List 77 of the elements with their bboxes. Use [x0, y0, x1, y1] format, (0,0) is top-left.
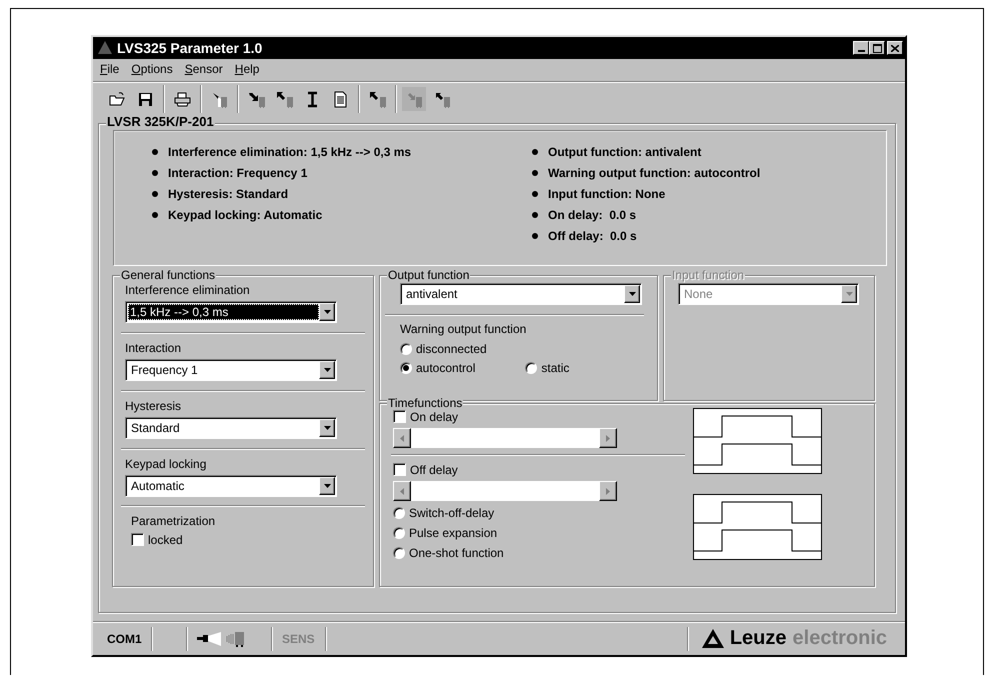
minimize-button[interactable]	[853, 41, 869, 55]
checkbox[interactable]: On delay	[393, 407, 458, 426]
caret-icon	[628, 292, 636, 296]
group-title: Timefunctions	[387, 396, 464, 410]
field-label: Warning output function	[400, 321, 528, 337]
app-icon	[97, 40, 113, 56]
group-title: Input function	[671, 268, 746, 282]
torch-device-icon	[210, 90, 228, 108]
document-icon	[332, 90, 348, 108]
group-title: General functions	[120, 268, 216, 282]
menu-item[interactable]: Help	[230, 62, 264, 76]
caret-icon	[324, 426, 330, 430]
close-button[interactable]	[887, 41, 903, 55]
dropdown[interactable]: Automatic	[125, 475, 337, 497]
menu-item[interactable]: Sensor	[180, 62, 228, 76]
sensor-status: SENS	[282, 632, 315, 646]
port-status: COM1	[107, 632, 142, 646]
radio-button[interactable]: Pulse expansion	[393, 523, 498, 542]
radio-button[interactable]: Switch-off-delay	[393, 503, 494, 522]
summary-text: Off delay: 0.0 s	[548, 228, 637, 242]
field-label: Interaction	[125, 340, 182, 356]
bullet-icon	[532, 190, 538, 196]
arrow-device-icon	[434, 90, 450, 108]
field-label: Parametrization	[130, 513, 216, 529]
arrow-device-icon	[248, 90, 264, 108]
maximize-button[interactable]	[869, 41, 885, 55]
dropdown[interactable]: 1,5 kHz --> 0,3 ms	[125, 301, 337, 323]
summary-text: Warning output function: autocontrol	[548, 166, 760, 180]
window-title: LVS325 Parameter 1.0	[117, 40, 264, 56]
radio-button[interactable]: autocontrol	[400, 358, 476, 377]
group-title: Output function	[387, 268, 470, 282]
caret-icon	[324, 368, 330, 372]
radio-button[interactable]: static	[525, 358, 570, 377]
summary-text: Interaction: Frequency 1	[168, 166, 308, 180]
folder-icon	[108, 90, 126, 108]
bullet-icon	[152, 212, 158, 218]
checkbox[interactable]: Off delay	[393, 460, 458, 479]
close-icon	[891, 44, 899, 52]
radio-button[interactable]: One-shot function	[393, 543, 504, 562]
summary-text: Interference elimination: 1,5 kHz --> 0,3 ms	[168, 144, 412, 158]
minimize-icon	[858, 50, 864, 52]
maximize-icon	[872, 44, 882, 52]
dropdown[interactable]: antivalent	[400, 283, 642, 305]
field-label: Hysteresis	[125, 398, 182, 414]
caret-icon	[846, 292, 852, 296]
brand-tagline: electronic	[792, 627, 887, 650]
bullet-icon	[152, 148, 158, 154]
group-title: LVSR 325K/P-201	[106, 115, 215, 129]
scroll-bar[interactable]	[393, 428, 617, 448]
summary-text: Input function: None	[548, 186, 666, 200]
brand-name: Leuze	[730, 627, 787, 650]
logo-icon	[702, 628, 724, 648]
caret-icon	[324, 310, 330, 314]
arrow-device-icon	[276, 90, 292, 108]
dropdown[interactable]: Standard	[125, 417, 337, 439]
arrow-device-icon	[368, 90, 386, 108]
caret-icon	[324, 484, 330, 488]
scroll-bar[interactable]	[393, 481, 617, 501]
arrow-device-icon	[406, 90, 422, 108]
bullet-icon	[152, 170, 158, 176]
summary-text: Hysteresis: Standard	[168, 186, 288, 200]
bullet-icon	[532, 148, 538, 154]
field-label: Interference elimination	[125, 282, 251, 298]
printer-icon	[174, 90, 190, 108]
menu-item[interactable]: Options	[126, 62, 178, 76]
bullet-icon	[532, 212, 538, 218]
summary-text: Output function: antivalent	[548, 144, 702, 158]
bullet-icon	[532, 232, 538, 238]
bullet-icon	[152, 190, 158, 196]
checkbox[interactable]: locked	[131, 530, 183, 549]
menu-item[interactable]: File	[95, 62, 124, 76]
summary-text: On delay: 0.0 s	[548, 208, 636, 222]
summary-text: Keypad locking: Automatic	[168, 208, 322, 222]
bullet-icon	[532, 170, 538, 176]
dropdown[interactable]: Frequency 1	[125, 359, 337, 381]
field-label: Keypad locking	[125, 456, 208, 472]
radio-button[interactable]: disconnected	[400, 339, 487, 358]
